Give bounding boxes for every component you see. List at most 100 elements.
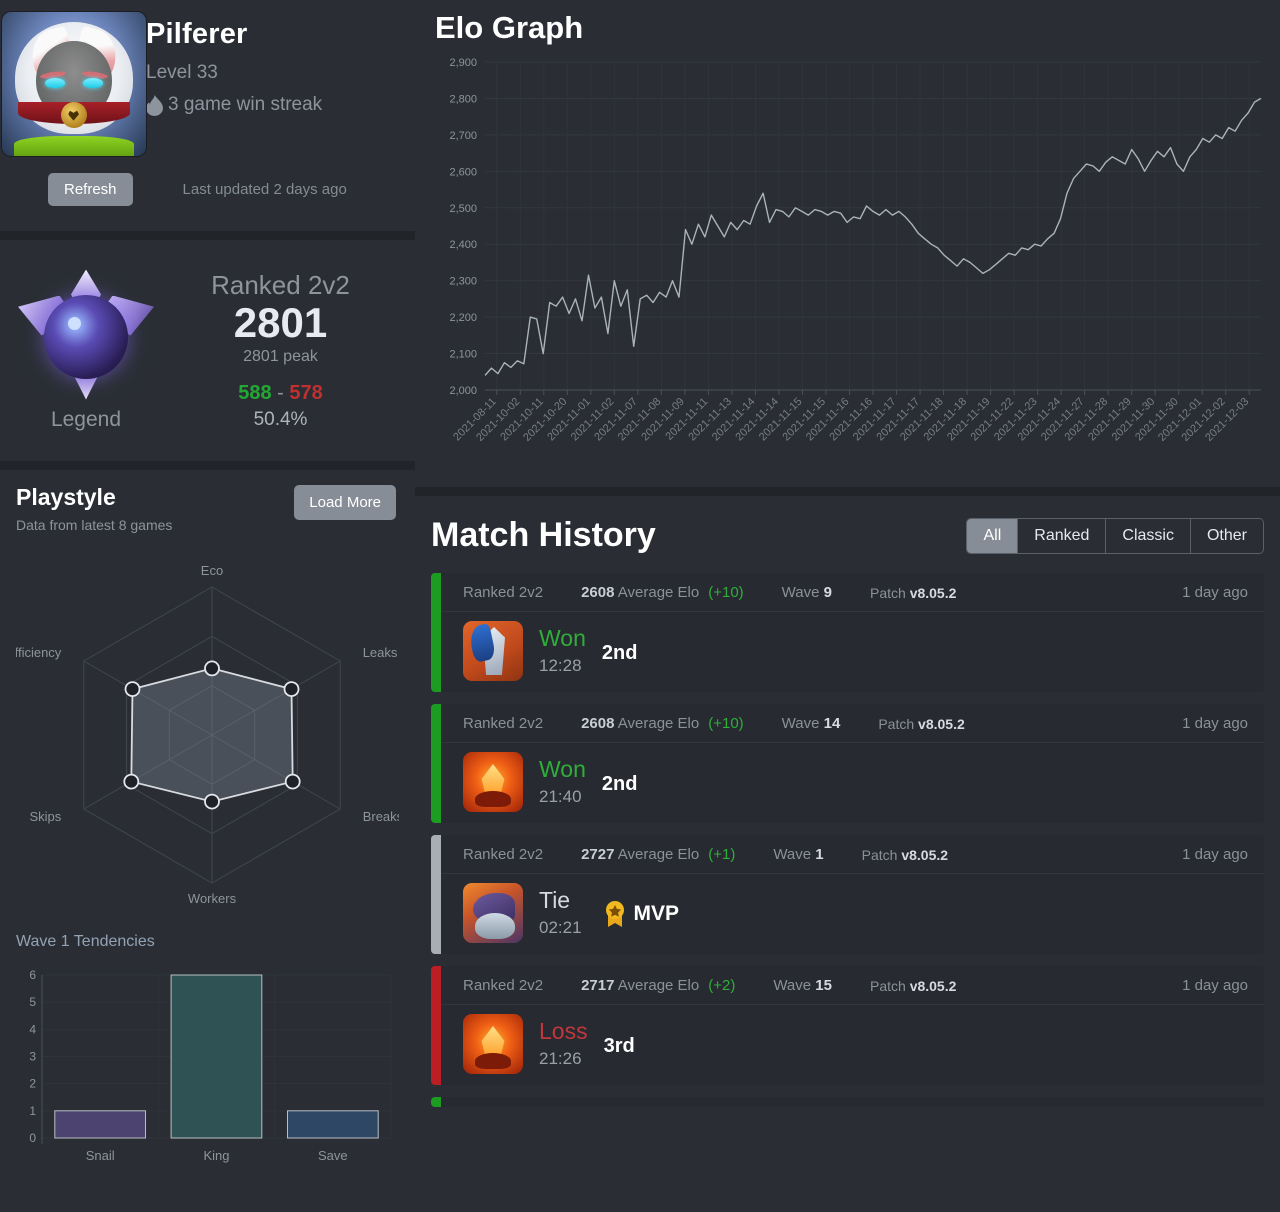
match-result-label: Loss [539, 1018, 588, 1045]
match-body: Ranked 2v2 2727 Average Elo (+1) Wave 1 Patc… [441, 835, 1264, 954]
cat-eye-right [82, 78, 103, 89]
match-filter-tab-classic[interactable]: Classic [1106, 518, 1191, 553]
rank-losses: 578 [289, 381, 323, 404]
match-meta: Ranked 2v2 2608 Average Elo (+10) Wave 9 Pat… [441, 573, 1264, 612]
match-result-accent-bar [431, 835, 441, 954]
rank-wins: 588 [238, 381, 272, 404]
radar-point [123, 773, 140, 790]
rank-peak-label: 2801 peak [243, 347, 318, 365]
radar-point [204, 660, 220, 677]
radar-point [284, 773, 301, 790]
match-duration: 21:26 [539, 1048, 582, 1068]
match-result-accent-bar [431, 966, 441, 1085]
wave-tendencies-chart: 0 1 2 3 4 5 6 Snail King Save [16, 953, 399, 1170]
match-row-partial[interactable] [431, 1097, 1264, 1107]
elo-y-tick: 2,000 [449, 385, 477, 397]
match-average-elo: 2608 Average Elo [581, 715, 700, 732]
last-updated-label: Last updated 2 days ago [182, 181, 347, 198]
match-patch: Patch v8.05.2 [869, 977, 957, 994]
bar-y-tick: 3 [29, 1050, 36, 1064]
mvp-label: MVP [633, 902, 680, 925]
elo-line-chart: 2,000 2,100 2,200 2,300 2,400 2,500 2,600 2,700… [449, 57, 1262, 444]
bar-x-label: Save [318, 1148, 348, 1163]
match-row[interactable]: Ranked 2v2 2727 Average Elo (+1) Wave 1 Patc… [431, 835, 1264, 954]
match-row[interactable]: Ranked 2v2 2608 Average Elo (+10) Wave 9 Pat… [431, 573, 1264, 692]
player-level: Level 33 [146, 62, 218, 83]
bar [54, 1110, 146, 1139]
fire-hero-icon [463, 752, 523, 812]
elo-y-tick: 2,400 [449, 239, 477, 251]
match-summary: Won 21:40 2nd [441, 743, 1264, 823]
radar-axis-label: Workers [188, 891, 237, 906]
player-name: Pilferer [146, 18, 248, 50]
match-wave: Wave 14 [781, 715, 841, 732]
match-average-elo: 2717 Average Elo [581, 977, 700, 994]
match-average-elo: 2608 Average Elo [581, 584, 700, 601]
cat-head-shape [14, 22, 133, 135]
radar-axis-label: Efficiency [16, 645, 62, 660]
match-history-header: Match History All Ranked Classic Other [431, 516, 1264, 555]
refresh-button[interactable]: Refresh [48, 173, 133, 206]
match-timestamp: 1 day ago [1182, 846, 1248, 863]
match-body: Ranked 2v2 2608 Average Elo (+10) Wave 14 Pa… [441, 704, 1264, 823]
radar-point [124, 681, 141, 698]
elo-y-tick: 2,600 [449, 166, 477, 178]
match-summary: Tie 02:21 MVP [441, 874, 1264, 954]
match-filter-tabs[interactable]: All Ranked Classic Other [966, 517, 1264, 554]
match-mode: Ranked 2v2 [463, 977, 544, 994]
match-filter-tab-other[interactable]: Other [1190, 518, 1263, 553]
match-filter-tab-all[interactable]: All [967, 518, 1019, 553]
match-row[interactable]: Ranked 2v2 2717 Average Elo (+2) Wave 15 Pat… [431, 966, 1264, 1085]
elo-y-tick: 2,700 [449, 130, 477, 142]
match-average-elo: 2727 Average Elo [581, 846, 700, 863]
win-streak: 3 game win streak [146, 94, 322, 116]
match-timestamp: 1 day ago [1182, 715, 1248, 732]
match-history-card: Match History All Ranked Classic Other Rank… [415, 496, 1280, 1212]
elo-graph-title: Elo Graph [435, 10, 584, 45]
match-mode: Ranked 2v2 [463, 846, 544, 863]
match-duration: 21:40 [539, 786, 582, 806]
bar-y-tick: 5 [29, 995, 36, 1009]
match-meta: Ranked 2v2 2608 Average Elo (+10) Wave 14 Pa… [441, 704, 1264, 743]
match-meta: Ranked 2v2 2717 Average Elo (+2) Wave 15 Pat… [441, 966, 1264, 1005]
bar-y-tick: 2 [29, 1077, 36, 1091]
match-summary: Won 12:28 2nd [441, 612, 1264, 692]
rank-card: Legend Ranked 2v2 2801 2801 peak 588 - 5… [0, 240, 415, 461]
radar-area [130, 667, 294, 803]
match-result-column: Won 12:28 [539, 626, 586, 675]
match-wave: Wave 9 [781, 584, 832, 601]
match-wave: Wave 15 [773, 977, 832, 994]
bar-y-tick: 6 [29, 968, 36, 982]
match-row[interactable]: Ranked 2v2 2608 Average Elo (+10) Wave 14 Pa… [431, 704, 1264, 823]
mvp-badge-group: MVP [604, 901, 680, 927]
match-duration: 02:21 [539, 917, 582, 937]
match-filter-tab-ranked[interactable]: Ranked [1018, 518, 1107, 553]
match-result-label: Tie [539, 887, 571, 914]
profile-card: Pilferer Level 33 3 game win streak Refr… [0, 0, 415, 231]
bar-x-label: King [203, 1148, 229, 1163]
radar-point [204, 793, 220, 810]
load-more-button[interactable]: Load More [294, 485, 396, 520]
fire-hero-icon [463, 1014, 523, 1074]
match-result-column: Tie 02:21 [539, 888, 582, 937]
elo-y-tick: 2,900 [449, 57, 477, 69]
match-history-title: Match History [431, 516, 656, 554]
match-elo-delta: (+2) [708, 977, 736, 994]
panel-divider-1 [0, 231, 415, 240]
match-result-label: Won [539, 756, 586, 783]
match-elo-delta: (+1) [708, 846, 736, 863]
match-patch: Patch v8.05.2 [878, 715, 965, 732]
match-result-accent-bar [431, 1097, 441, 1107]
match-duration: 12:28 [539, 655, 582, 675]
rank-tier-label: Legend [50, 407, 122, 431]
match-result-label: Won [539, 625, 586, 652]
match-meta: Ranked 2v2 2727 Average Elo (+1) Wave 1 Patc… [441, 835, 1264, 874]
match-list: Ranked 2v2 2608 Average Elo (+10) Wave 9 Pat… [431, 573, 1264, 1107]
bar [287, 1110, 379, 1139]
match-placement: 2nd [601, 641, 638, 664]
win-streak-label: 3 game win streak [168, 94, 323, 115]
match-result-column: Loss 21:26 [539, 1019, 588, 1068]
elo-y-tick: 2,800 [449, 93, 477, 105]
profile-page: Pilferer Level 33 3 game win streak Refr… [0, 0, 1280, 1212]
match-body: Ranked 2v2 2608 Average Elo (+10) Wave 9 Pat… [441, 573, 1264, 692]
